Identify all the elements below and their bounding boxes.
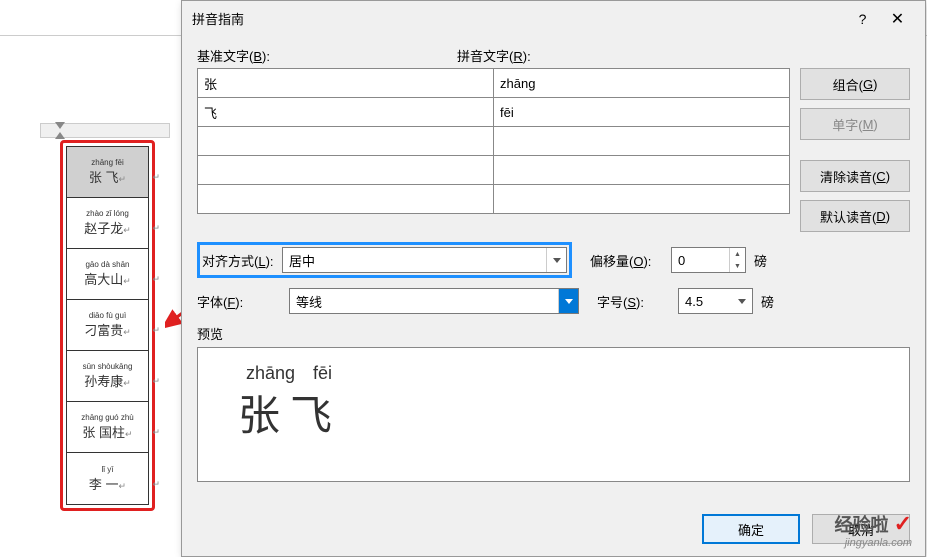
spinner-down-icon[interactable]: ▼	[730, 260, 745, 272]
cell-char: 高大山↵	[84, 269, 131, 288]
preview-area: zhāngfēi 张飞	[197, 347, 910, 482]
return-icon: ↵	[152, 274, 160, 285]
ruby-text-cell[interactable]	[494, 185, 790, 214]
dialog-title-text: 拼音指南	[192, 9, 845, 28]
font-combo[interactable]: 等线	[289, 288, 579, 314]
document-table-highlight: zhāng fēi张 飞↵↵zhào zǐ lóng赵子龙↵↵gāo dà sh…	[60, 140, 155, 511]
base-text-cell[interactable]	[198, 185, 494, 214]
alignment-highlight: 对齐方式(L): 居中	[197, 242, 572, 278]
base-text-cell[interactable]	[198, 156, 494, 185]
return-icon: ↵	[152, 376, 160, 387]
preview-characters: 张飞	[238, 382, 869, 443]
clear-reading-button[interactable]: 清除读音(C)	[800, 160, 910, 192]
document-table[interactable]: zhāng fēi张 飞↵↵zhào zǐ lóng赵子龙↵↵gāo dà sh…	[66, 146, 149, 505]
cell-pinyin: diāo fù guì	[89, 311, 126, 320]
table-cell[interactable]: sūn shòukāng孙寿康↵↵	[67, 351, 148, 402]
ruby-text-cell[interactable]	[494, 127, 790, 156]
return-icon: ↵	[152, 223, 160, 234]
cell-pinyin: sūn shòukāng	[83, 362, 133, 371]
alignment-label: 对齐方式(L):	[202, 251, 282, 270]
preview-pinyin: zhāngfēi	[246, 363, 869, 384]
cell-char: 刁富贵↵	[84, 320, 131, 339]
table-cell[interactable]: zhāng fēi张 飞↵↵	[67, 147, 148, 198]
cell-char: 赵子龙↵	[84, 218, 131, 237]
size-combo[interactable]: 4.5	[678, 288, 753, 314]
dialog-body: 基准文字(B): 拼音文字(R): 张zhāng飞fēi 组合(G) 单字(M)…	[182, 36, 925, 492]
ruby-text-label: 拼音文字(R):	[457, 46, 531, 65]
single-button[interactable]: 单字(M)	[800, 108, 910, 140]
size-label: 字号(S):	[597, 292, 672, 311]
offset-label: 偏移量(O):	[590, 251, 665, 270]
table-cell[interactable]: diāo fù guì刁富贵↵↵	[67, 300, 148, 351]
chevron-down-icon[interactable]	[546, 248, 566, 272]
preview-label: 预览	[197, 324, 910, 343]
cell-pinyin: lǐ yī	[102, 465, 114, 474]
cell-char: 李 一↵	[89, 474, 126, 493]
cell-pinyin: zhāng guó zhù	[81, 413, 134, 422]
table-row	[198, 185, 790, 214]
offset-spinner[interactable]: 0 ▲▼	[671, 247, 746, 273]
table-row: 张zhāng	[198, 69, 790, 98]
table-cell[interactable]: lǐ yī李 一↵↵	[67, 453, 148, 504]
alignment-value: 居中	[289, 251, 315, 270]
ruler-indent-bottom[interactable]	[55, 132, 65, 139]
table-cell[interactable]: zhāng guó zhù张 国柱↵↵	[67, 402, 148, 453]
font-label: 字体(F):	[197, 292, 283, 311]
chevron-down-icon[interactable]	[732, 289, 752, 313]
base-text-cell[interactable]: 张	[198, 69, 494, 98]
return-icon: ↵	[152, 172, 160, 183]
table-row	[198, 127, 790, 156]
dialog-titlebar[interactable]: 拼音指南 ? ✕	[182, 1, 925, 36]
spinner-up-icon[interactable]: ▲	[730, 248, 745, 260]
ok-button[interactable]: 确定	[702, 514, 800, 544]
cell-pinyin: zhào zǐ lóng	[86, 209, 129, 218]
watermark: 经验啦 ✓ jingyanla.com	[835, 511, 912, 549]
ruby-text-cell[interactable]: fēi	[494, 98, 790, 127]
help-button[interactable]: ?	[845, 11, 880, 27]
default-reading-button[interactable]: 默认读音(D)	[800, 200, 910, 232]
size-unit: 磅	[761, 292, 774, 311]
base-text-cell[interactable]	[198, 127, 494, 156]
offset-unit: 磅	[754, 251, 767, 270]
combine-button[interactable]: 组合(G)	[800, 68, 910, 100]
size-value: 4.5	[685, 294, 703, 309]
cell-char: 张 国柱↵	[82, 422, 132, 441]
ruby-text-cell[interactable]: zhāng	[494, 69, 790, 98]
alignment-combo[interactable]: 居中	[282, 247, 567, 273]
offset-value: 0	[678, 253, 685, 268]
table-cell[interactable]: gāo dà shān高大山↵↵	[67, 249, 148, 300]
pinyin-guide-dialog: 拼音指南 ? ✕ 基准文字(B): 拼音文字(R): 张zhāng飞fēi 组合…	[181, 0, 926, 557]
return-icon: ↵	[152, 427, 160, 438]
base-text-label: 基准文字(B):	[197, 46, 457, 65]
ruler-horizontal[interactable]	[40, 123, 170, 138]
chevron-down-icon[interactable]	[558, 289, 578, 313]
pinyin-input-table: 张zhāng飞fēi	[197, 68, 790, 214]
cell-pinyin: gāo dà shān	[85, 260, 129, 269]
close-button[interactable]: ✕	[880, 9, 915, 29]
return-icon: ↵	[152, 325, 160, 336]
ruby-text-cell[interactable]	[494, 156, 790, 185]
table-row	[198, 156, 790, 185]
table-row: 飞fēi	[198, 98, 790, 127]
cell-char: 孙寿康↵	[84, 371, 131, 390]
ruler-indent-top[interactable]	[55, 122, 65, 129]
cell-pinyin: zhāng fēi	[91, 158, 123, 167]
cell-char: 张 飞↵	[89, 167, 126, 186]
return-icon: ↵	[152, 479, 160, 490]
base-text-cell[interactable]: 飞	[198, 98, 494, 127]
font-value: 等线	[296, 292, 322, 311]
table-cell[interactable]: zhào zǐ lóng赵子龙↵↵	[67, 198, 148, 249]
